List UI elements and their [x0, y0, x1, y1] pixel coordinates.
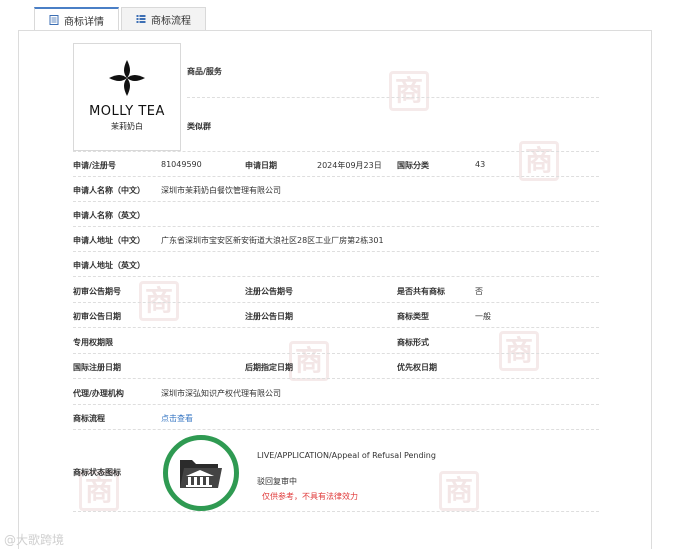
prelim-date-label: 初审公告日期	[73, 312, 121, 321]
divider	[73, 429, 599, 430]
view-flow-link[interactable]: 点击查看	[161, 413, 193, 424]
tab-label: 商标详情	[64, 16, 104, 28]
divider	[73, 226, 599, 227]
divider	[73, 201, 599, 202]
logo-brand-text: MOLLY TEA	[89, 104, 165, 119]
status-chinese: 驳回复审中	[257, 477, 297, 486]
shared-label: 是否共有商标	[397, 287, 445, 296]
trademark-image: MOLLY TEA 茉莉奶白	[73, 43, 181, 151]
tm-type-label: 商标类型	[397, 312, 429, 321]
status-english: LIVE/APPLICATION/Appeal of Refusal Pendi…	[257, 451, 436, 460]
applicant-cn-value: 深圳市茉莉奶白餐饮管理有限公司	[161, 186, 281, 195]
divider	[73, 511, 599, 512]
disclaimer-text: 仅供参考，不具有法律效力	[262, 492, 358, 501]
reg-no-value: 81049590	[161, 160, 202, 169]
intl-class-label: 国际分类	[397, 161, 429, 170]
tab-label: 商标流程	[151, 15, 191, 27]
logo-brand-text-cn: 茉莉奶白	[111, 122, 143, 131]
folder-courthouse-icon	[180, 460, 222, 488]
divider	[73, 327, 599, 328]
watermark: 商	[289, 341, 329, 381]
intl-reg-date-label: 国际注册日期	[73, 363, 121, 372]
watermark: 商	[389, 71, 429, 111]
goods-services-label: 商品/服务	[187, 67, 222, 76]
status-icon-label: 商标状态图标	[73, 468, 121, 477]
four-petal-flower-icon	[109, 60, 145, 96]
address-cn-label: 申请人地址（中文）	[73, 236, 145, 245]
tab-trademark-details[interactable]: 商标详情	[34, 7, 119, 31]
divider	[73, 276, 599, 277]
divider	[187, 97, 599, 98]
agent-label: 代理/办理机构	[73, 389, 124, 398]
prelim-no-label: 初审公告期号	[73, 287, 121, 296]
address-cn-value: 广东省深圳市宝安区新安街道大浪社区28区工业厂房第2栋301	[161, 236, 384, 245]
corner-watermark: @大歌跨境	[4, 533, 65, 547]
document-icon	[49, 15, 59, 25]
detail-panel: 商 商 商 商 商 商 商 MOLLY TEA 茉莉奶白 商品/服务 类似群 申…	[18, 30, 652, 549]
intl-class-value: 43	[475, 160, 486, 169]
watermark: 商	[439, 471, 479, 511]
app-date-value: 2024年09月23日	[317, 161, 382, 170]
tab-trademark-flow[interactable]: 商标流程	[121, 7, 206, 30]
later-designation-date-label: 后期指定日期	[245, 363, 293, 372]
watermark: 商	[519, 141, 559, 181]
divider	[73, 353, 599, 354]
shared-value: 否	[475, 287, 483, 296]
watermark: 商	[139, 281, 179, 321]
agent-value: 深圳市深弘知识产权代理有限公司	[161, 389, 281, 398]
address-en-label: 申请人地址（英文）	[73, 261, 145, 270]
divider	[73, 302, 599, 303]
trademark-flow-label: 商标流程	[73, 414, 105, 423]
reg-pub-date-label: 注册公告日期	[245, 312, 293, 321]
reg-no-label: 申请/注册号	[73, 161, 116, 170]
watermark: 商	[499, 331, 539, 371]
exclusive-term-label: 专用权期限	[73, 338, 113, 347]
list-icon	[136, 15, 146, 23]
priority-date-label: 优先权日期	[397, 363, 437, 372]
applicant-cn-label: 申请人名称（中文）	[73, 186, 145, 195]
status-badge	[163, 435, 239, 511]
similar-group-label: 类似群	[187, 122, 211, 131]
divider	[73, 378, 599, 379]
tm-type-value: 一般	[475, 312, 491, 321]
divider	[73, 404, 599, 405]
divider	[73, 151, 599, 152]
tm-form-label: 商标形式	[397, 338, 429, 347]
tab-bar: 商标详情 商标流程	[34, 7, 208, 31]
reg-pub-no-label: 注册公告期号	[245, 287, 293, 296]
divider	[73, 251, 599, 252]
applicant-en-label: 申请人名称（英文）	[73, 211, 145, 220]
divider	[73, 176, 599, 177]
app-date-label: 申请日期	[245, 161, 277, 170]
